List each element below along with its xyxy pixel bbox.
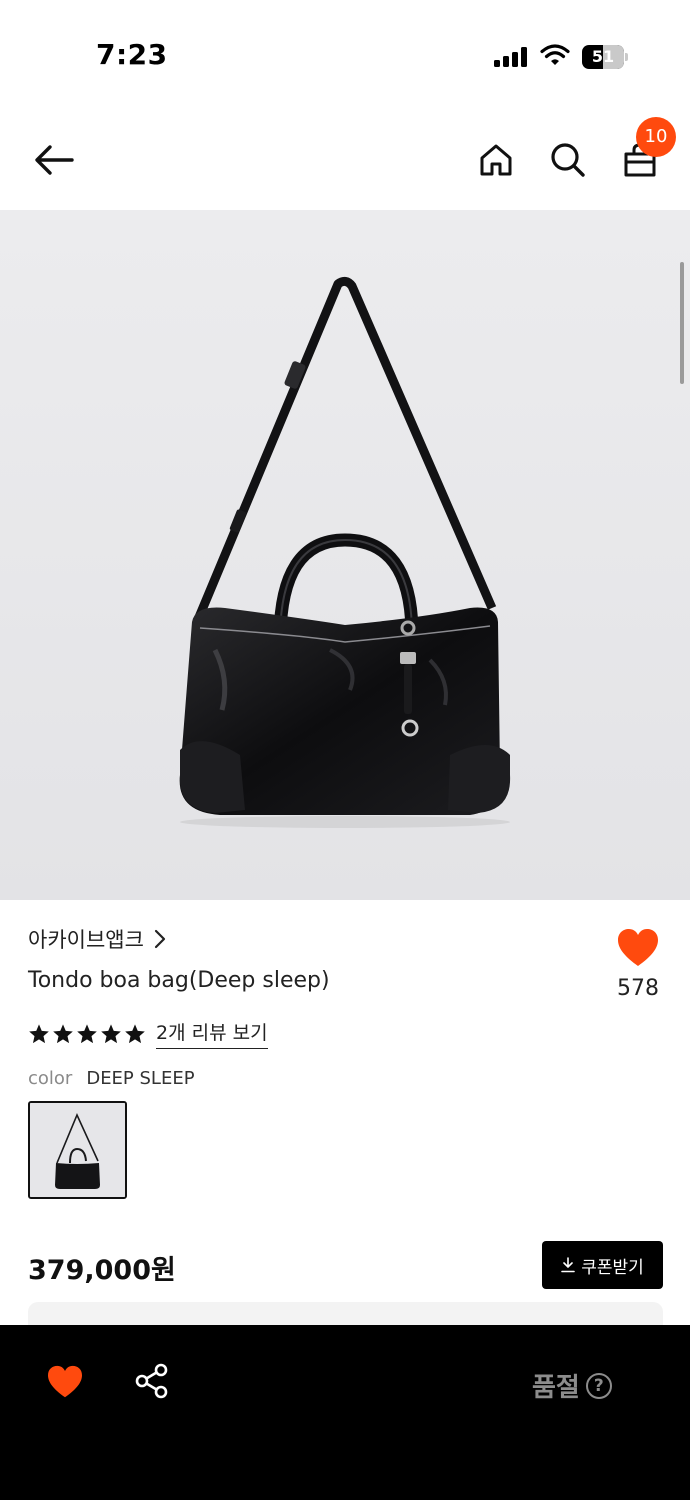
- soldout-status: 품절 ?: [532, 1367, 612, 1404]
- color-value: DEEP SLEEP: [86, 1068, 195, 1089]
- color-swatch-deep-sleep[interactable]: [28, 1101, 127, 1199]
- heart-icon: [48, 1365, 82, 1398]
- bag-thumbnail: [30, 1103, 125, 1197]
- download-icon: [561, 1257, 576, 1273]
- product-title: Tondo boa bag(Deep sleep): [28, 968, 330, 993]
- like-count: 578: [617, 976, 659, 1001]
- bottom-like-button[interactable]: [46, 1365, 86, 1405]
- brand-name: 아카이브앱크: [28, 928, 144, 952]
- product-image[interactable]: [0, 210, 690, 900]
- star-icon: [77, 1023, 97, 1043]
- rating-stars: [28, 1023, 146, 1045]
- soldout-label: 품절: [532, 1373, 580, 1403]
- brand-link[interactable]: 아카이브앱크: [28, 924, 166, 954]
- status-bar: 7:23 51: [0, 0, 690, 110]
- top-navigation: [0, 110, 690, 210]
- status-time: 7:23: [96, 38, 168, 71]
- back-button[interactable]: [30, 136, 78, 184]
- star-icon: [53, 1023, 73, 1043]
- star-icon: [29, 1023, 49, 1043]
- bottom-action-bar: 품절 ?: [0, 1325, 690, 1500]
- review-link[interactable]: 2개 리뷰 보기: [156, 1018, 268, 1049]
- search-icon: [551, 143, 585, 177]
- arrow-left-icon: [35, 145, 74, 175]
- rating-row: 2개 리뷰 보기: [28, 1018, 268, 1049]
- color-label: color: [28, 1068, 73, 1089]
- search-button[interactable]: [544, 136, 592, 184]
- help-icon[interactable]: ?: [585, 1372, 612, 1399]
- wifi-icon: [540, 44, 570, 65]
- home-icon: [480, 144, 512, 176]
- star-icon: [125, 1023, 145, 1043]
- chevron-right-icon: [154, 929, 166, 949]
- cart-count-badge: 10: [636, 117, 676, 157]
- color-row: color DEEP SLEEP: [28, 1068, 195, 1089]
- star-icon: [101, 1023, 121, 1043]
- scrollbar[interactable]: [680, 262, 684, 384]
- cellular-signal-icon: [494, 47, 528, 67]
- coupon-label: 쿠폰받기: [581, 1257, 644, 1278]
- like-button[interactable]: 578: [610, 928, 666, 1001]
- coupon-download-button[interactable]: 쿠폰받기: [542, 1241, 663, 1289]
- share-icon: [135, 1363, 168, 1399]
- battery-percent: 51: [591, 47, 615, 66]
- battery-icon: 51: [582, 45, 628, 69]
- product-price: 379,000원: [28, 1255, 176, 1286]
- black-bag-photo: [0, 210, 690, 900]
- home-button[interactable]: [472, 136, 520, 184]
- heart-icon: [618, 929, 658, 966]
- share-button[interactable]: [134, 1363, 174, 1403]
